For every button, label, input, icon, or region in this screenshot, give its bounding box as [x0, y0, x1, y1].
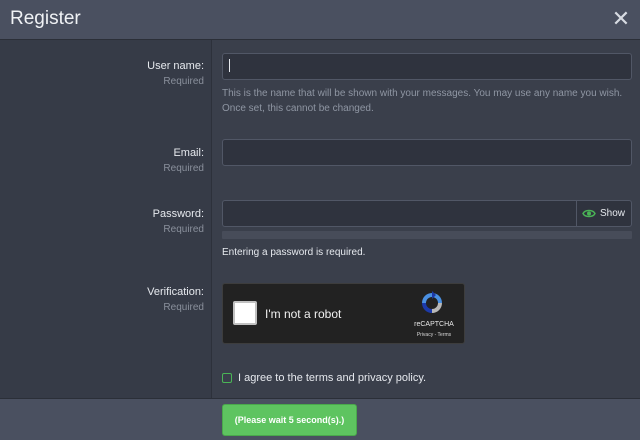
verification-label: Verification: [147, 286, 204, 298]
email-label: Email: [173, 147, 204, 159]
password-label-group: Password: Required [153, 208, 204, 235]
show-password-label: Show [600, 208, 626, 219]
recaptcha-widget: I'm not a robot reCAPTCHA Privacy - Term… [222, 283, 465, 344]
recaptcha-label: I'm not a robot [265, 307, 342, 321]
text-caret [229, 59, 230, 72]
agree-label[interactable]: I agree to the terms and privacy policy. [238, 372, 426, 384]
username-label-group: User name: Required [147, 60, 204, 87]
recaptcha-brand: reCAPTCHA [414, 321, 454, 328]
username-input[interactable] [222, 53, 632, 80]
register-submit-button[interactable]: (Please wait 5 second(s).) [222, 404, 357, 436]
email-required: Required [163, 163, 204, 174]
recaptcha-privacy-terms-link[interactable]: Privacy - Terms [409, 332, 459, 338]
password-message: Entering a password is required. [222, 247, 366, 258]
email-input[interactable] [222, 139, 632, 166]
dialog-title: Register [10, 8, 81, 29]
eye-icon [582, 209, 596, 218]
show-password-button[interactable]: Show [576, 200, 632, 227]
password-strength-meter [222, 231, 632, 239]
close-button[interactable]: ✕ [610, 7, 632, 31]
password-required: Required [163, 224, 204, 235]
password-group: Show [222, 200, 632, 227]
username-hint: This is the name that will be shown with… [222, 88, 623, 114]
dialog-header: Register ✕ [0, 0, 640, 40]
username-label: User name: [147, 60, 204, 72]
email-label-group: Email: Required [163, 147, 204, 174]
agree-checkbox[interactable] [222, 373, 232, 383]
recaptcha-logo-icon [422, 291, 442, 313]
password-input[interactable] [222, 200, 576, 227]
verification-required: Required [163, 302, 204, 313]
dialog-footer: (Please wait 5 second(s).) [0, 398, 640, 440]
password-label: Password: [152, 208, 204, 220]
close-icon: ✕ [611, 6, 631, 31]
username-required: Required [163, 76, 204, 87]
verification-label-group: Verification: Required [147, 286, 204, 313]
recaptcha-checkbox[interactable] [233, 301, 257, 325]
